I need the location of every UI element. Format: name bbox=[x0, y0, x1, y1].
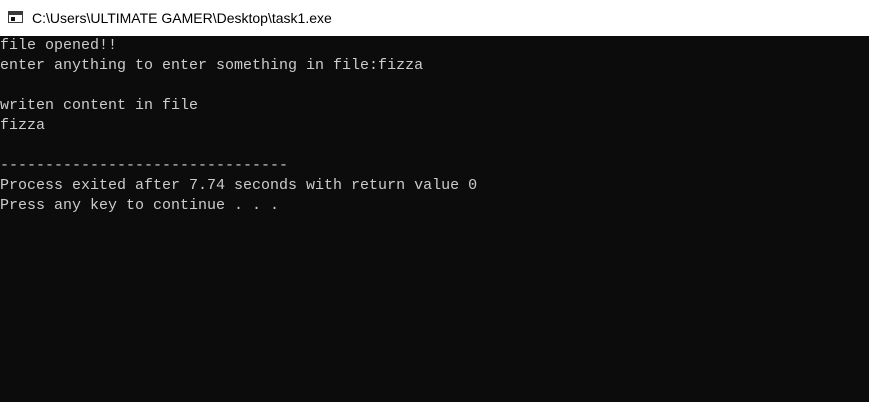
window-title: C:\Users\ULTIMATE GAMER\Desktop\task1.ex… bbox=[32, 10, 332, 26]
console-line: fizza bbox=[0, 117, 46, 134]
console-line: file opened!! bbox=[0, 37, 118, 54]
press-any-key-line: Press any key to continue . . . bbox=[0, 197, 280, 214]
console-line: writen content in file bbox=[0, 97, 199, 114]
console-output[interactable]: file opened!! enter anything to enter so… bbox=[0, 36, 869, 402]
title-bar[interactable]: C:\Users\ULTIMATE GAMER\Desktop\task1.ex… bbox=[0, 0, 869, 36]
console-app-icon bbox=[8, 11, 23, 23]
process-exit-line: Process exited after 7.74 seconds with r… bbox=[0, 177, 478, 194]
console-window: C:\Users\ULTIMATE GAMER\Desktop\task1.ex… bbox=[0, 0, 869, 402]
console-line: enter anything to enter something in fil… bbox=[0, 57, 424, 74]
separator-line: -------------------------------- bbox=[0, 157, 289, 174]
